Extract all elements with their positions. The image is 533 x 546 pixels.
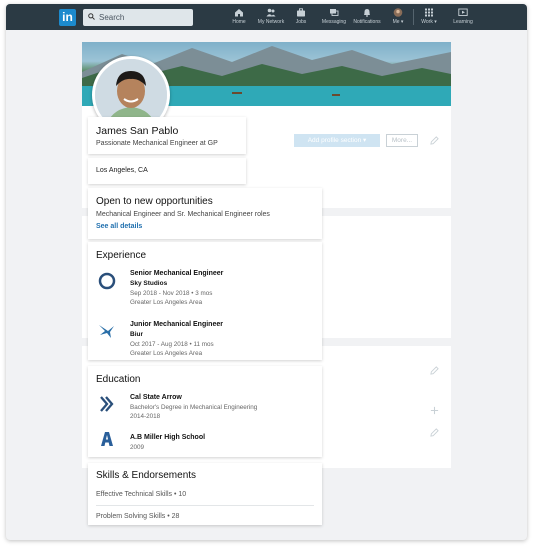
linkedin-logo[interactable]: in (59, 9, 76, 26)
education-card: Education Cal State Arrow Bachelor's Deg… (88, 366, 322, 457)
opportunities-card: Open to new opportunities Mechanical Eng… (88, 188, 322, 239)
experience-company: Sky Studios (130, 280, 168, 287)
nav-divider (413, 9, 414, 25)
nav-my-network-label: My Network (257, 19, 285, 25)
experience-title: Experience (96, 250, 147, 261)
app-frame: in Home My Network Jobs Messaging Notifi (6, 4, 527, 540)
learning-icon (458, 8, 468, 16)
more-button[interactable]: More... (386, 134, 418, 147)
see-all-details-link[interactable]: See all details (96, 223, 142, 230)
nav-me[interactable]: Me ▾ (389, 8, 407, 28)
nav-notifications[interactable]: Notifications (351, 8, 383, 28)
nav-learning[interactable]: Learning (451, 8, 475, 28)
add-skill-plus-icon[interactable] (430, 406, 439, 415)
education-degree: Bachelor's Degree in Mechanical Engineer… (130, 404, 258, 411)
edit-education-pencil-icon[interactable] (430, 366, 439, 375)
grid-icon (425, 8, 433, 17)
location-card: Los Angeles, CA (88, 158, 246, 184)
profile-headline: Passionate Mechanical Engineer at GP (96, 140, 218, 147)
nav-my-network[interactable]: My Network (256, 8, 286, 28)
profile-location: Los Angeles, CA (96, 167, 148, 174)
experience-dates: Oct 2017 - Aug 2018 • 11 mos (130, 341, 214, 348)
letter-a-icon (101, 432, 113, 446)
search-input[interactable] (99, 9, 187, 26)
profile-name: James San Pablo (96, 125, 179, 137)
avatar-icon (393, 8, 403, 17)
experience-location: Greater Los Angeles Area (130, 299, 203, 306)
nav-jobs[interactable]: Jobs (293, 8, 309, 28)
edit-intro-pencil-icon[interactable] (430, 136, 439, 145)
skill-item[interactable]: Effective Technical Skills • 10 (96, 491, 186, 498)
search-icon (88, 13, 95, 20)
add-profile-section-button[interactable]: Add profile section ▾ (294, 134, 380, 147)
nav-work[interactable]: Work ▾ (419, 8, 439, 28)
nav-jobs-label: Jobs (295, 19, 307, 25)
nav-messaging-label: Messaging (321, 19, 347, 25)
top-nav-bar: in Home My Network Jobs Messaging Notifi (6, 4, 527, 30)
opportunities-title: Open to new opportunities (96, 196, 213, 207)
nav-me-label: Me ▾ (392, 19, 404, 25)
briefcase-icon (297, 8, 305, 17)
nav-notifications-label: Notifications (353, 19, 381, 25)
experience-location: Greater Los Angeles Area (130, 350, 203, 357)
skills-card: Skills & Endorsements Effective Technica… (88, 463, 322, 525)
messaging-icon (330, 9, 339, 16)
education-school: A.B Miller High School (130, 434, 206, 441)
chevron-double-icon (100, 396, 114, 412)
opportunities-description: Mechanical Engineer and Sr. Mechanical E… (96, 211, 270, 218)
bell-icon (364, 9, 370, 17)
experience-role: Junior Mechanical Engineer (130, 321, 223, 328)
education-title: Education (96, 374, 141, 385)
experience-company: Biur (130, 331, 143, 338)
skills-divider (96, 505, 314, 506)
education-years: 2014-2018 (130, 413, 161, 420)
home-icon (235, 9, 243, 17)
nav-home-label: Home (232, 19, 246, 25)
nav-work-label: Work ▾ (421, 19, 437, 25)
experience-card: Experience Senior Mechanical Engineer Sk… (88, 242, 322, 360)
network-icon (266, 8, 276, 17)
experience-dates: Sep 2018 - Nov 2018 • 3 mos (130, 290, 213, 297)
skill-item[interactable]: Problem Solving Skills • 28 (96, 513, 179, 520)
nav-home[interactable]: Home (229, 8, 249, 28)
experience-role: Senior Mechanical Engineer (130, 270, 224, 277)
education-years: 2009 (130, 444, 145, 451)
search-box[interactable] (83, 9, 193, 26)
nav-learning-label: Learning (453, 19, 473, 25)
edit-skills-pencil-icon[interactable] (430, 428, 439, 437)
skills-title: Skills & Endorsements (96, 470, 197, 481)
name-card: James San Pablo Passionate Mechanical En… (88, 117, 246, 154)
nav-messaging[interactable]: Messaging (319, 8, 349, 28)
bird-icon (99, 325, 114, 338)
education-school: Cal State Arrow (130, 394, 182, 401)
ring-icon (98, 272, 116, 290)
